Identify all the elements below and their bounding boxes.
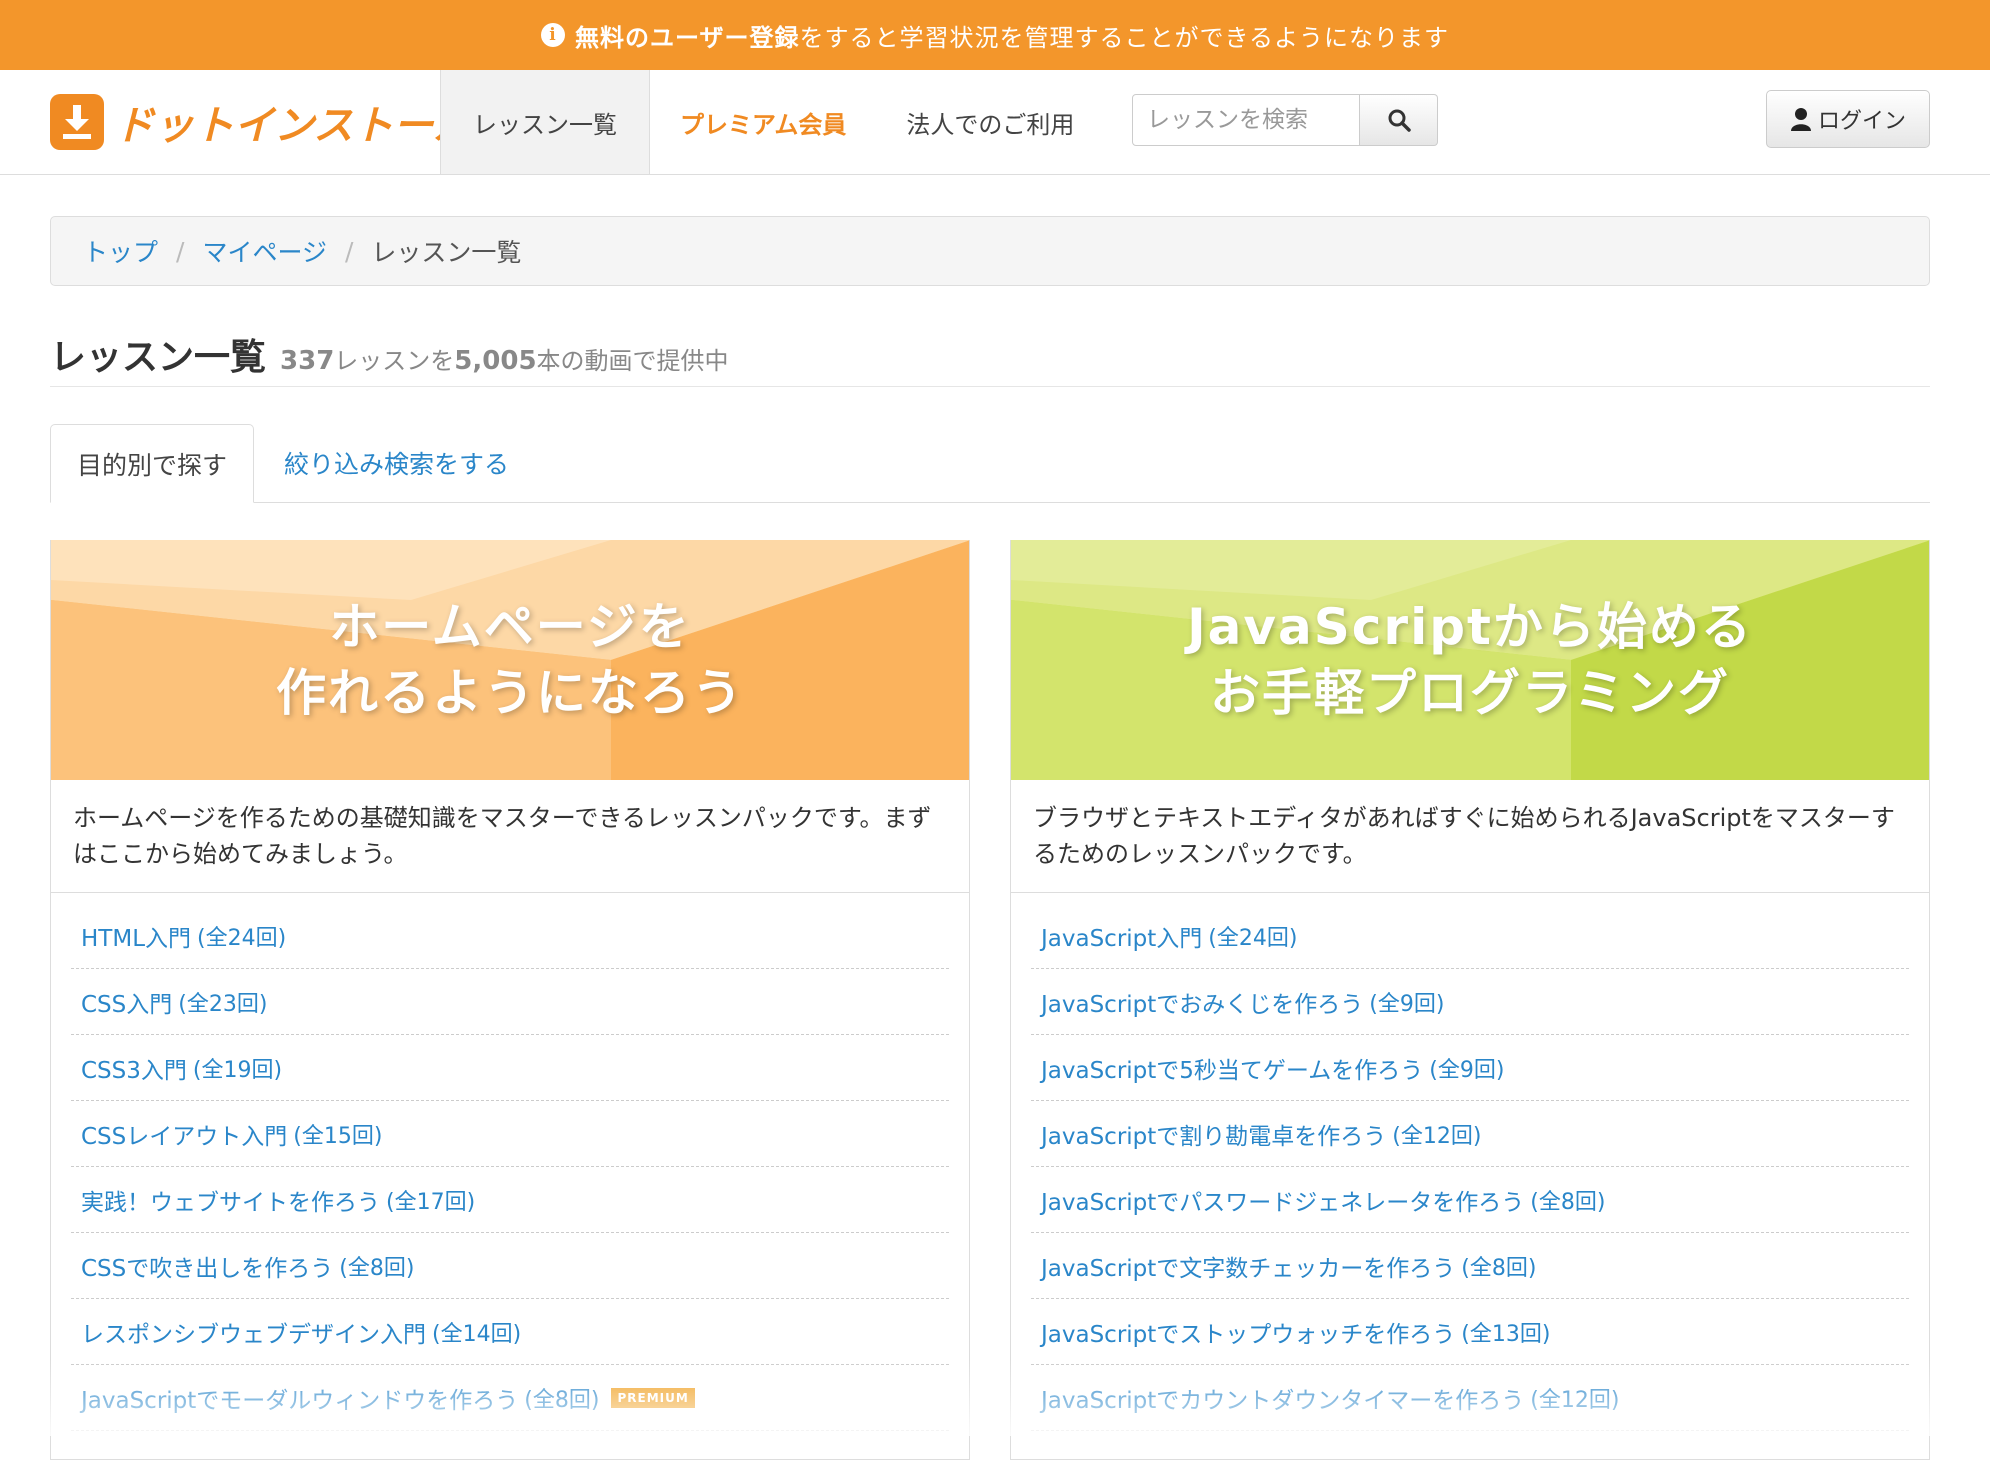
lesson-link[interactable]: JavaScriptでモーダルウィンドウを作ろう (全8回) PREMIUM	[71, 1365, 949, 1431]
hero-line: お手軽プログラミング	[1209, 664, 1730, 722]
lesson-title: CSSレイアウト入門	[81, 1123, 288, 1150]
video-count: 5,005	[454, 346, 537, 376]
video-count-suffix: 本の動画で提供中	[536, 347, 729, 375]
lesson-count: (全8回)	[339, 1255, 415, 1281]
lesson-title: JavaScriptでストップウォッチを作ろう	[1041, 1321, 1456, 1348]
lesson-link[interactable]: JavaScriptでカウントダウンタイマーを作ろう (全12回)	[1031, 1365, 1909, 1431]
lesson-link[interactable]: JavaScriptでストップウォッチを作ろう (全13回)	[1031, 1299, 1909, 1365]
breadcrumb-separator: /	[176, 236, 185, 266]
login-button[interactable]: ログイン	[1766, 90, 1930, 148]
lesson-count: (全19回)	[192, 1057, 283, 1083]
lesson-count: (全8回)	[524, 1387, 600, 1413]
lesson-title: HTML入門	[81, 925, 192, 952]
lesson-count: (全24回)	[1208, 925, 1298, 951]
lesson-count: (全9回)	[1429, 1057, 1505, 1083]
user-icon	[1790, 108, 1811, 131]
pack-description: ブラウザとテキストエディタがあればすぐに始められるJavaScriptをマスター…	[1011, 780, 1929, 893]
lesson-count-suffix: レッスンを	[334, 347, 455, 375]
breadcrumb-separator: /	[344, 236, 354, 266]
lesson-title: JavaScript入門	[1041, 925, 1203, 952]
search-icon	[1388, 109, 1411, 132]
lesson-count: (全14回)	[432, 1321, 522, 1347]
lesson-link[interactable]: レスポンシブウェブデザイン入門 (全14回)	[71, 1299, 949, 1365]
lesson-link[interactable]: JavaScriptでパスワードジェネレータを作ろう (全8回)	[1031, 1167, 1909, 1233]
hero-line: JavaScriptから始める	[1187, 598, 1753, 656]
lesson-title: CSS3入門	[81, 1057, 187, 1084]
breadcrumb: トップ / マイページ / レッスン一覧	[50, 216, 1930, 286]
lesson-link[interactable]: JavaScriptで文字数チェッカーを作ろう (全8回)	[1031, 1233, 1909, 1299]
lesson-count: (全9回)	[1369, 991, 1445, 1017]
banner-strong-text[interactable]: 無料のユーザー登録	[575, 18, 800, 53]
site-header: ドットインストール レッスン一覧 プレミアム会員 法人でのご利用 ログイン	[0, 70, 1990, 175]
lesson-title: JavaScriptで5秒当てゲームを作ろう	[1041, 1057, 1424, 1084]
pack-description: ホームページを作るための基礎知識をマスターできるレッスンパックです。まずはここか…	[51, 780, 969, 893]
lesson-title: JavaScriptでカウントダウンタイマーを作ろう	[1041, 1387, 1525, 1414]
lesson-title: JavaScriptで割り勘電卓を作ろう	[1041, 1123, 1387, 1150]
lesson-list: HTML入門 (全24回) CSS入門 (全23回) CSS3入門 (全19回) CS…	[51, 893, 969, 1431]
search-tabs: 目的別で探す 絞り込み検索をする	[50, 424, 1930, 503]
breadcrumb-current: レッスン一覧	[371, 238, 522, 267]
lesson-title: JavaScriptでパスワードジェネレータを作ろう	[1041, 1189, 1525, 1216]
lesson-title: 実践！ウェブサイトを作ろう	[81, 1189, 380, 1216]
tab-filter-search[interactable]: 絞り込み検索をする	[254, 424, 535, 502]
banner-text: をすると学習状況を管理することができるようになります	[799, 23, 1450, 52]
tab-by-purpose[interactable]: 目的別で探す	[50, 424, 255, 503]
lesson-count: (全23回)	[178, 991, 268, 1017]
lesson-count: (全15回)	[293, 1123, 383, 1149]
login-label: ログイン	[1817, 109, 1906, 134]
lesson-count: (全24回)	[197, 925, 287, 951]
lesson-link[interactable]: JavaScriptで割り勘電卓を作ろう (全12回)	[1031, 1101, 1909, 1167]
premium-badge: PREMIUM	[611, 1387, 695, 1408]
lesson-title: JavaScriptでおみくじを作ろう	[1041, 991, 1364, 1018]
page-title-row: レッスン一覧 337レッスンを5,005本の動画で提供中	[50, 328, 1930, 387]
lesson-title: CSS入門	[81, 991, 173, 1018]
lesson-link[interactable]: CSSレイアウト入門 (全15回)	[71, 1101, 949, 1167]
lesson-count: (全13回)	[1461, 1321, 1551, 1347]
logo-text: ドットインストール	[114, 103, 474, 149]
lesson-pack-card: JavaScriptから始める お手軽プログラミング ブラウザとテキストエディタ…	[1010, 540, 1930, 1460]
page-subtitle: 337レッスンを5,005本の動画で提供中	[280, 341, 729, 376]
pack-hero-title: JavaScriptから始める お手軽プログラミング	[1187, 594, 1753, 726]
pack-hero-banner[interactable]: JavaScriptから始める お手軽プログラミング	[1011, 540, 1929, 780]
hero-line: 作れるようになろう	[276, 664, 744, 722]
lesson-count: (全17回)	[386, 1189, 476, 1215]
search-input[interactable]	[1132, 94, 1360, 146]
download-icon	[50, 94, 104, 150]
lesson-count: (全8回)	[1461, 1255, 1537, 1281]
nav-business[interactable]: 法人でのご利用	[876, 70, 1104, 174]
nav-premium[interactable]: プレミアム会員	[650, 70, 876, 174]
lesson-pack-card: ホームページを 作れるようになろう ホームページを作るための基礎知識をマスターで…	[50, 540, 970, 1460]
search-button[interactable]	[1360, 94, 1438, 146]
lesson-link[interactable]: JavaScriptでおみくじを作ろう (全9回)	[1031, 969, 1909, 1035]
lesson-link[interactable]: CSSで吹き出しを作ろう (全8回)	[71, 1233, 949, 1299]
lesson-title: JavaScriptで文字数チェッカーを作ろう	[1041, 1255, 1456, 1282]
lesson-link[interactable]: CSS入門 (全23回)	[71, 969, 949, 1035]
lesson-count: (全12回)	[1392, 1123, 1482, 1149]
lesson-link[interactable]: 実践！ウェブサイトを作ろう (全17回)	[71, 1167, 949, 1233]
main-nav: レッスン一覧 プレミアム会員 法人でのご利用	[440, 70, 1104, 174]
lesson-title: JavaScriptでモーダルウィンドウを作ろう	[81, 1387, 519, 1414]
page-title: レッスン一覧	[50, 337, 267, 378]
lesson-count: (全8回)	[1530, 1189, 1606, 1215]
lesson-link[interactable]: JavaScriptで5秒当てゲームを作ろう (全9回)	[1031, 1035, 1909, 1101]
breadcrumb-mypage[interactable]: マイページ	[202, 233, 327, 269]
pack-hero-title: ホームページを 作れるようになろう	[276, 594, 744, 726]
lesson-link[interactable]: HTML入門 (全24回)	[71, 903, 949, 969]
lesson-title: レスポンシブウェブデザイン入門	[81, 1321, 426, 1348]
lesson-list: JavaScript入門 (全24回) JavaScriptでおみくじを作ろう (全…	[1011, 893, 1929, 1431]
lesson-title: CSSで吹き出しを作ろう	[81, 1255, 334, 1282]
breadcrumb-top[interactable]: トップ	[83, 233, 158, 269]
lesson-link[interactable]: CSS3入門 (全19回)	[71, 1035, 949, 1101]
lesson-count: (全12回)	[1530, 1387, 1620, 1413]
search-form	[1132, 94, 1438, 148]
lesson-link[interactable]: JavaScript入門 (全24回)	[1031, 903, 1909, 969]
info-icon: i	[540, 23, 565, 47]
hero-line: ホームページを	[329, 598, 691, 656]
site-logo[interactable]: ドットインストール	[50, 92, 473, 152]
lesson-count: 337	[280, 346, 335, 376]
nav-lessons[interactable]: レッスン一覧	[440, 70, 650, 174]
info-banner: i 無料のユーザー登録 をすると学習状況を管理することができるようになります	[0, 0, 1990, 70]
pack-hero-banner[interactable]: ホームページを 作れるようになろう	[51, 540, 969, 780]
